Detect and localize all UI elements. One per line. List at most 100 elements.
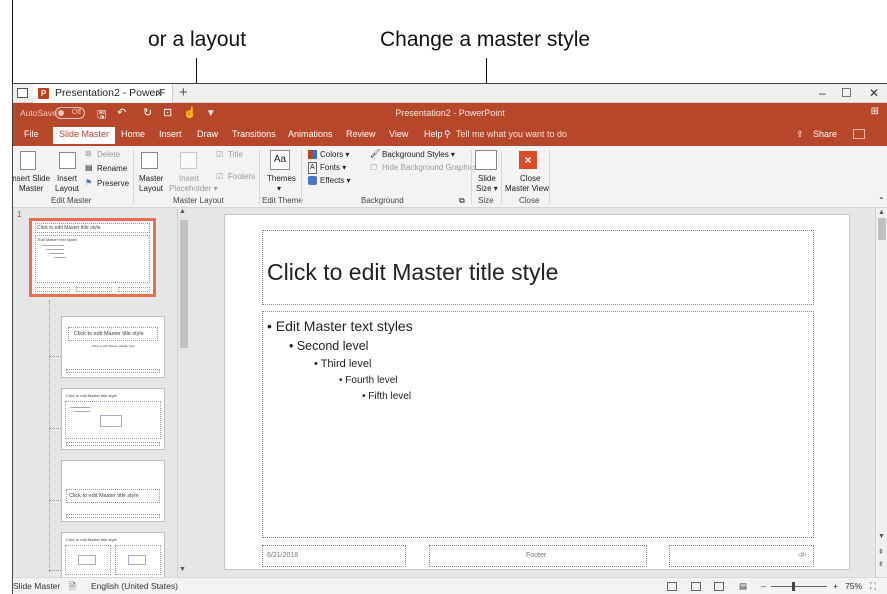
status-bar: Slide Master 🗎 English (United States) ▤… [13, 577, 887, 594]
master-slide[interactable]: Click to edit Master title style • Edit … [224, 214, 850, 570]
content-layout-thumbnail[interactable]: Click to edit Master title style [61, 388, 165, 450]
title-checkbox[interactable]: ☑ [216, 150, 223, 160]
tab-close-icon[interactable]: × [156, 86, 163, 100]
colors-dropdown[interactable]: Colors ▾ [320, 150, 349, 160]
master-layout-label-2[interactable]: Layout [139, 184, 163, 194]
scroll-up-icon[interactable]: ▲ [179, 208, 186, 215]
section-header-layout-thumbnail[interactable]: Click to edit Master title style [61, 460, 165, 522]
tab-help[interactable]: Help [424, 129, 443, 139]
close-button[interactable]: ✕ [869, 86, 879, 100]
footer-placeholder[interactable]: Footer [429, 545, 647, 567]
slide-size-label-1[interactable]: Slide [478, 174, 496, 184]
scroll-thumb[interactable] [878, 218, 886, 240]
zoom-out-button[interactable]: – [761, 581, 766, 591]
slide-size-label-2[interactable]: Size ▾ [476, 184, 498, 194]
spelling-icon[interactable]: 🗎 [69, 581, 76, 594]
slideshow-icon[interactable]: ▤ [739, 581, 747, 592]
tell-me-search[interactable]: Tell me what you want to do [456, 129, 567, 139]
insert-layout-label-2[interactable]: Layout [55, 184, 79, 194]
restore-button[interactable]: ☐ [841, 86, 852, 100]
insert-slide-master-label-2[interactable]: Master [19, 184, 43, 194]
title-layout-thumbnail[interactable]: Click to edit Master title style Click t… [61, 316, 165, 378]
themes-dropdown-arrow[interactable]: ▾ [277, 184, 281, 194]
date-placeholder[interactable]: 6/21/2018 [262, 545, 406, 567]
themes-button[interactable]: Themes [267, 174, 296, 184]
tab-slide-master[interactable]: Slide Master [53, 127, 116, 144]
slide-size-icon[interactable] [475, 150, 497, 170]
fonts-dropdown[interactable]: Fonts ▾ [320, 163, 346, 173]
insert-placeholder-icon[interactable] [180, 152, 197, 169]
themes-icon[interactable]: Aa [270, 150, 290, 170]
close-master-view-label-1[interactable]: Close [520, 174, 540, 184]
language-label[interactable]: English (United States) [91, 581, 178, 591]
ribbon-display-options-icon[interactable]: ⊞ [871, 106, 879, 117]
two-content-layout-thumbnail[interactable]: Click to edit Master title style [61, 532, 165, 577]
insert-slide-master-label-1[interactable]: Insert Slide [13, 174, 50, 184]
reading-view-icon[interactable] [714, 582, 724, 591]
thumb-footer-2 [76, 287, 112, 292]
tab-review[interactable]: Review [346, 129, 376, 139]
zoom-slider-thumb[interactable] [792, 582, 795, 591]
insert-placeholder-label-1[interactable]: Insert [179, 174, 199, 184]
thumb-line [74, 411, 90, 412]
background-dialog-launcher-icon[interactable]: ⧉ [459, 196, 465, 206]
new-tab-icon[interactable]: + [179, 84, 188, 101]
tab-insert[interactable]: Insert [159, 129, 182, 139]
collapse-ribbon-icon[interactable]: ⌃ [878, 196, 885, 206]
delete-button[interactable]: Delete [97, 150, 120, 160]
close-master-view-icon[interactable]: × [519, 151, 537, 169]
title-placeholder[interactable]: Click to edit Master title style [262, 230, 814, 305]
effects-dropdown[interactable]: Effects ▾ [320, 176, 351, 186]
insert-placeholder-label-2[interactable]: Placeholder ▾ [169, 184, 218, 194]
scroll-up-icon[interactable]: ▲ [878, 209, 885, 216]
zoom-in-button[interactable]: + [833, 581, 838, 591]
next-slide-icon[interactable]: ⇟ [878, 560, 884, 568]
comments-icon[interactable] [853, 129, 865, 139]
document-title: Presentation2 - PowerPoint [395, 108, 505, 118]
scroll-down-icon[interactable]: ▼ [179, 566, 186, 573]
insert-slide-master-icon[interactable] [20, 151, 36, 170]
thumb-line [54, 257, 66, 258]
window-menu-icon[interactable] [17, 88, 28, 98]
notes-view-icon[interactable] [667, 582, 677, 591]
insert-layout-label-1[interactable]: Insert [57, 174, 77, 184]
title-checkbox-label: Title [228, 150, 243, 159]
document-tab[interactable]: P Presentation2 - PowerF × [33, 84, 173, 103]
thumb-line [50, 253, 64, 254]
master-layout-label-1[interactable]: Master [139, 174, 163, 184]
tab-transitions[interactable]: Transitions [232, 129, 276, 139]
thumb-title-placeholder [35, 223, 150, 233]
group-background: Background [361, 196, 404, 205]
tab-draw[interactable]: Draw [197, 129, 218, 139]
preserve-icon: ⚑ [85, 178, 93, 187]
thumbnail-scrollbar[interactable]: ▲ ▼ [177, 208, 189, 577]
slide-number-placeholder[interactable]: ‹#› [669, 545, 814, 567]
hide-background-checkbox[interactable]: ☐ [370, 163, 377, 173]
tab-home[interactable]: Home [121, 129, 145, 139]
insert-layout-icon[interactable] [59, 152, 76, 169]
slide-sorter-icon[interactable] [691, 582, 701, 591]
tab-file[interactable]: File [24, 129, 39, 139]
tab-animations[interactable]: Animations [288, 129, 333, 139]
fit-slide-icon[interactable]: ⛶ [870, 581, 876, 592]
close-master-view-label-2[interactable]: Master View [505, 184, 549, 194]
scroll-down-icon[interactable]: ▼ [878, 533, 885, 540]
thumb-layout-title: Click to edit Master title style [66, 537, 117, 542]
zoom-slider[interactable] [771, 586, 827, 587]
background-styles-dropdown[interactable]: Background Styles ▾ [382, 150, 455, 160]
master-thumbnail[interactable]: Click to edit Master title style Edit Ma… [29, 218, 156, 297]
rename-button[interactable]: Rename [97, 164, 127, 174]
master-layout-icon[interactable] [141, 152, 158, 169]
slide-scrollbar[interactable]: ▲ ▼ ⇞ ⇟ [875, 208, 887, 577]
minimize-button[interactable]: – [819, 86, 826, 100]
share-button[interactable]: Share [813, 129, 837, 139]
previous-slide-icon[interactable]: ⇞ [878, 548, 884, 556]
body-placeholder[interactable]: • Edit Master text styles • Second level… [262, 311, 814, 538]
zoom-level[interactable]: 75% [845, 581, 862, 591]
tab-view[interactable]: View [389, 129, 408, 139]
preserve-button[interactable]: Preserve [97, 179, 129, 189]
thumb-footer [66, 514, 160, 518]
footers-checkbox[interactable]: ☑ [216, 172, 223, 182]
scroll-thumb[interactable] [180, 220, 188, 348]
tree-branch [49, 500, 61, 501]
